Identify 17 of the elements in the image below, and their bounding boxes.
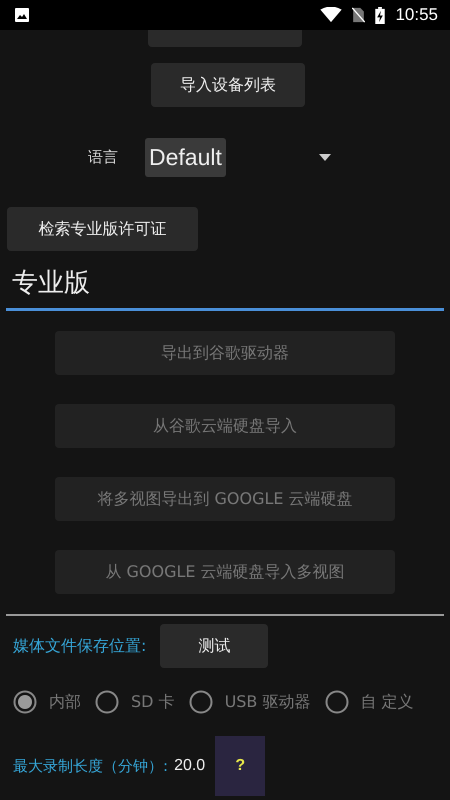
retrieve-license-button[interactable]: 检索专业版许可证	[7, 207, 198, 251]
language-dropdown[interactable]: Default	[145, 138, 331, 176]
media-location-label: 媒体文件保存位置:	[13, 636, 146, 656]
help-button[interactable]: ?	[215, 736, 266, 796]
wifi-icon	[320, 7, 342, 23]
max-recording-label: 最大录制长度（分钟）:	[13, 756, 168, 776]
import-device-list-button[interactable]: 导入设备列表	[151, 63, 305, 107]
image-icon	[14, 7, 30, 23]
language-label: 语言	[88, 148, 119, 166]
section-title: 专业版	[6, 265, 444, 311]
battery-charging-icon	[375, 6, 386, 24]
test-button[interactable]: 测试	[160, 624, 268, 668]
clock-time: 10:55	[395, 5, 438, 25]
no-sim-icon	[352, 7, 366, 23]
max-recording-value: 20.0	[174, 757, 206, 775]
caret-icon	[319, 154, 331, 160]
language-value: Default	[145, 138, 226, 176]
